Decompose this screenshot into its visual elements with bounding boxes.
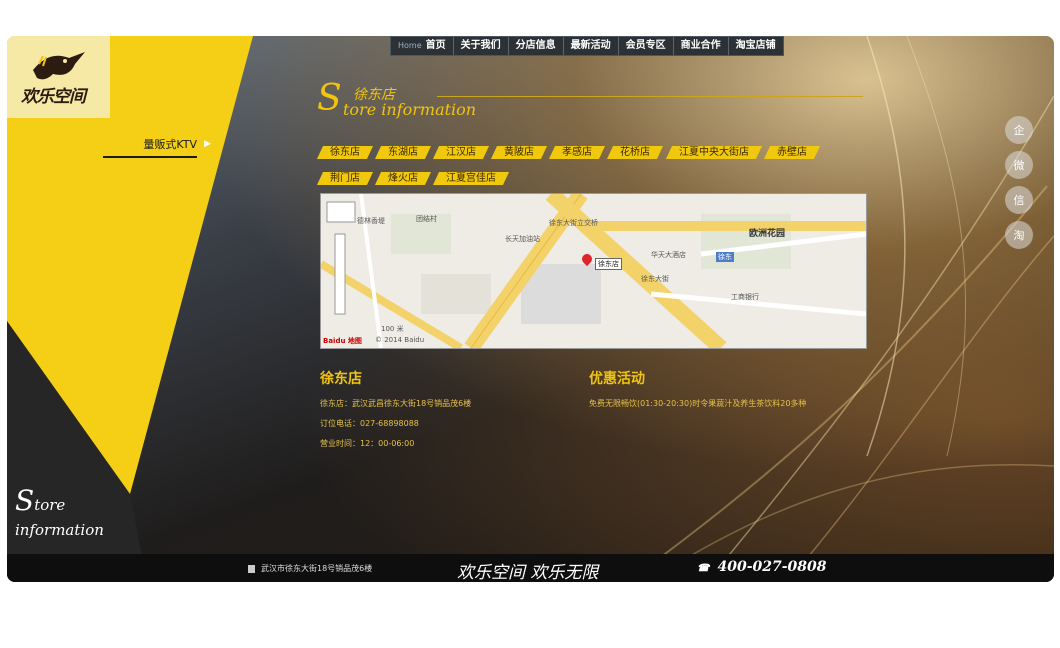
footer-bar: 武汉市徐东大街18号销品茂6楼 欢乐空间 欢乐无限 ☎ 400-027-0808 [7, 554, 1054, 582]
nav-item-about[interactable]: 关于我们 [454, 37, 509, 55]
map-label-tuanjie: 团结村 [416, 215, 437, 223]
nav-item-members[interactable]: 会员专区 [619, 37, 674, 55]
main-nav: Home 首页 关于我们 分店信息 最新活动 会员专区 商业合作 淘宝店铺 [390, 36, 784, 56]
store-address: 徐东店：武汉武昌徐东大街18号销品茂6楼 [320, 399, 472, 408]
map-label-xudong: 徐东 [716, 252, 734, 262]
map-label-heping: 德林香堤 [357, 217, 385, 225]
building-icon [248, 564, 255, 573]
qq-icon[interactable]: 企 [1005, 116, 1033, 144]
corner-title-letter: S [15, 484, 35, 517]
tab-label: 烽火店 [388, 173, 419, 184]
nav-home-en: Home [398, 41, 422, 50]
social-links: 企 微 信 淘 [1005, 116, 1033, 256]
taobao-icon[interactable]: 淘 [1005, 221, 1033, 249]
nav-item-home[interactable]: Home 首页 [391, 37, 454, 55]
footer-address: 武汉市徐东大街18号销品茂6楼 [248, 563, 372, 574]
store-phone: 订位电话：027-68898088 [320, 419, 419, 428]
map-marker-label: 徐东店 [595, 258, 622, 270]
store-info: 徐东店 徐东店：武汉武昌徐东大街18号销品茂6楼 订位电话：027-688980… [320, 368, 471, 458]
brand-logo[interactable]: 欢乐空间 [7, 36, 110, 118]
weibo-icon[interactable]: 微 [1005, 151, 1033, 179]
corner-title-line1: tore [34, 496, 66, 514]
promo-heading: 优惠活动 [589, 371, 645, 387]
map-label-europe: 欧洲花园 [749, 229, 786, 239]
section-title-en: tore information [343, 100, 477, 119]
tab-store-xudong[interactable]: 徐东店 [316, 146, 374, 159]
nav-item-events[interactable]: 最新活动 [564, 37, 619, 55]
tab-label: 徐东店 [330, 147, 360, 158]
wechat-icon[interactable]: 信 [1005, 186, 1033, 214]
corner-title: Store information [15, 484, 104, 539]
tab-label: 赤壁店 [776, 147, 807, 158]
corner-title-line2: information [15, 521, 104, 539]
store-tabs: 徐东店 东湖店 江汉店 黄陂店 孝感店 花桥店 江夏中央大街店 赤壁店 荆门店 … [316, 140, 860, 192]
tab-label: 东湖店 [388, 147, 419, 158]
nav-item-business[interactable]: 商业合作 [674, 37, 729, 55]
promo-text: 免费无限畅饮(01:30-20:30)时令果蔬汁及养生茶饮料20多种 [589, 399, 807, 408]
tab-label: 花桥店 [620, 147, 651, 158]
tab-store-jiangxia-gongjia[interactable]: 江夏宫佳店 [433, 172, 510, 185]
logo-text: 欢乐空间 [21, 87, 86, 107]
nav-item-label: 首页 [425, 40, 446, 51]
store-map[interactable]: 徐东大街立交桥 欧洲花园 徐东 徐东大街 华天大酒店 工商银行 团结村 德林香堤… [320, 193, 867, 349]
baidu-logo: Baidu 地图 [323, 337, 362, 345]
tab-label: 江汉店 [446, 147, 477, 158]
store-info-heading: 徐东店 [320, 371, 362, 387]
tab-store-chibi[interactable]: 赤壁店 [763, 146, 820, 159]
map-label-bridge: 徐东大街立交桥 [549, 219, 598, 227]
tab-label: 江夏宫佳店 [446, 173, 497, 184]
footer-slogan: 欢乐空间 欢乐无限 [457, 563, 599, 582]
nav-item-taobao[interactable]: 淘宝店铺 [729, 37, 783, 55]
tab-label: 孝感店 [562, 147, 593, 158]
phone-icon: ☎ [697, 563, 710, 574]
map-label-changtian: 长天加油站 [505, 235, 540, 243]
promo-info: 优惠活动 免费无限畅饮(01:30-20:30)时令果蔬汁及养生茶饮料20多种 [589, 368, 806, 409]
light-streak [906, 36, 967, 457]
tab-store-huangpi[interactable]: 黄陂店 [491, 146, 548, 159]
map-label-bank: 工商银行 [731, 293, 759, 301]
tab-store-jianghan[interactable]: 江汉店 [433, 146, 490, 159]
nav-item-stores[interactable]: 分店信息 [509, 37, 564, 55]
tab-store-xiaogan[interactable]: 孝感店 [549, 146, 606, 159]
tab-store-jiangxia-central[interactable]: 江夏中央大街店 [665, 146, 762, 159]
tab-label: 江夏中央大街店 [678, 147, 749, 158]
tab-label: 黄陂店 [504, 147, 535, 158]
tab-store-huaqiao[interactable]: 花桥店 [607, 146, 664, 159]
tab-label: 荆门店 [330, 173, 360, 184]
tab-store-donghu[interactable]: 东湖店 [375, 146, 432, 159]
tab-store-fenghuo[interactable]: 烽火店 [375, 172, 432, 185]
title-underline [437, 96, 863, 97]
map-label-hotel: 华天大酒店 [651, 251, 686, 259]
sidebar-item-ktv[interactable]: 量贩式KTV ▶ [103, 136, 211, 158]
triangle-right-icon: ▶ [204, 139, 211, 149]
page-frame: 欢乐空间 量贩式KTV ▶ Store information Home 首页 关… [7, 36, 1054, 582]
map-scale: 100 米 [381, 325, 404, 333]
map-copyright: © 2014 Baidu [375, 336, 425, 344]
tab-store-jingmen[interactable]: 荆门店 [316, 172, 374, 185]
store-hours: 营业时间：12：00-06:00 [320, 439, 415, 448]
footer-address-text: 武汉市徐东大街18号销品茂6楼 [261, 564, 373, 573]
map-label-street: 徐东大街 [641, 275, 669, 283]
section-title-letter: S [317, 78, 342, 119]
footer-phone-text: 400-027-0808 [717, 559, 827, 575]
light-streak [866, 36, 906, 457]
footer-phone: ☎ 400-027-0808 [697, 559, 827, 575]
sidebar-item-label: 量贩式KTV [143, 138, 197, 151]
bird-logo-icon [33, 52, 85, 80]
